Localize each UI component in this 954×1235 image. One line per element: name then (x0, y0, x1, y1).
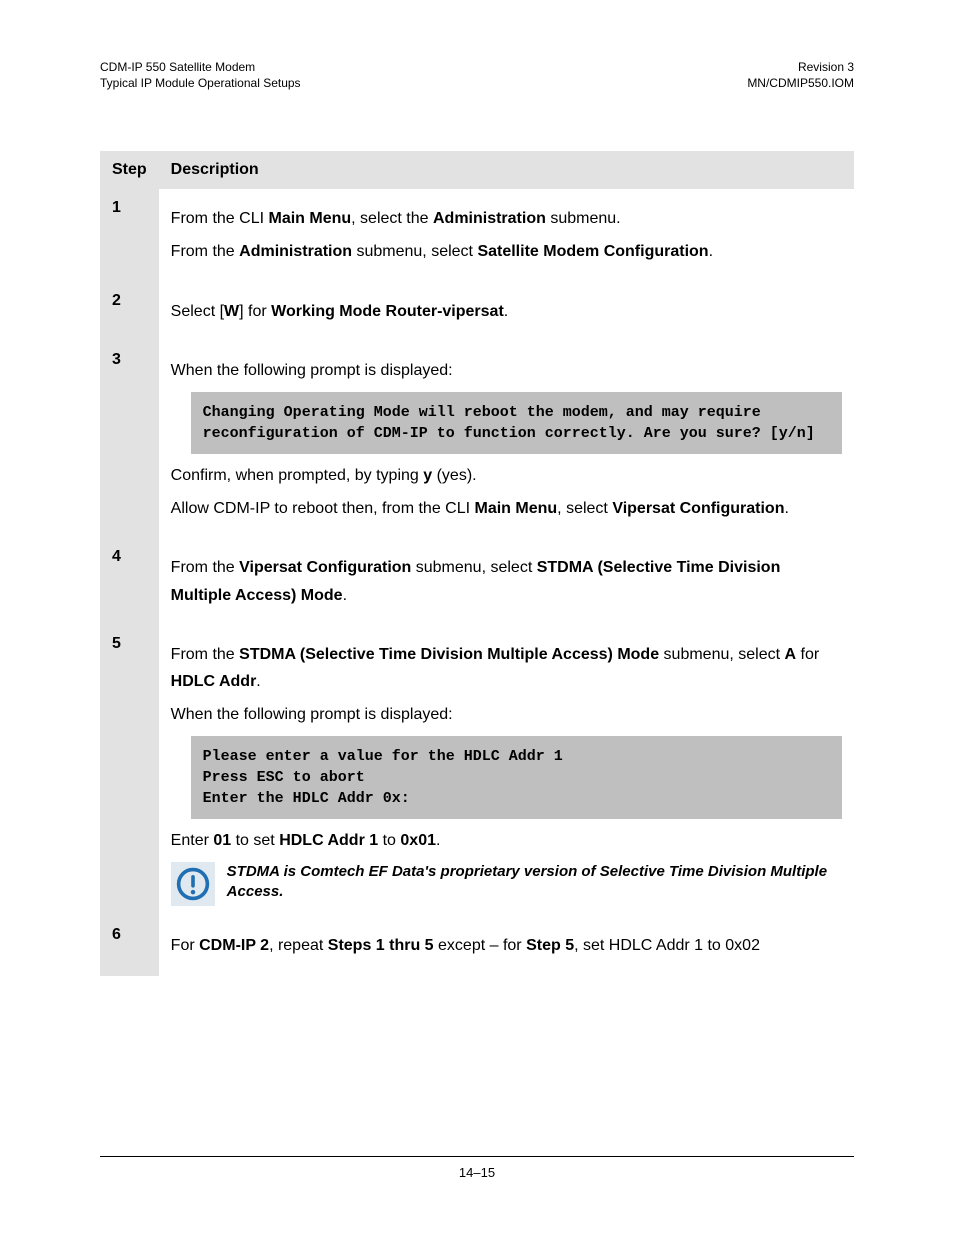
table-row: 1 From the CLI Main Menu, select the Adm… (100, 189, 854, 281)
header-right-line2: MN/CDMIP550.IOM (747, 76, 854, 90)
step-number: 1 (100, 189, 159, 281)
note: STDMA is Comtech EF Data's proprietary v… (171, 862, 842, 906)
step1-line1: From the CLI Main Menu, select the Admin… (171, 205, 842, 232)
header-right-line1: Revision 3 (798, 60, 854, 74)
steps-table: Step Description 1 From the CLI Main Men… (100, 151, 854, 975)
step5-line2: When the following prompt is displayed: (171, 701, 842, 728)
step5-line1: From the STDMA (Selective Time Division … (171, 641, 842, 695)
header-left-line2: Typical IP Module Operational Setups (100, 76, 301, 90)
table-row: 2 Select [W] for Working Mode Router-vip… (100, 282, 854, 341)
page-number: 14–15 (100, 1165, 854, 1180)
step-number: 6 (100, 916, 159, 975)
step-number: 3 (100, 341, 159, 539)
step1-line2: From the Administration submenu, select … (171, 238, 842, 265)
step3-line1: When the following prompt is displayed: (171, 357, 842, 384)
step6-line: For CDM-IP 2, repeat Steps 1 thru 5 exce… (171, 932, 842, 959)
step5-line3: Enter 01 to set HDLC Addr 1 to 0x01. (171, 827, 842, 854)
note-text: STDMA is Comtech EF Data's proprietary v… (227, 862, 842, 901)
col-desc: Description (159, 151, 854, 189)
table-row: 6 For CDM-IP 2, repeat Steps 1 thru 5 ex… (100, 916, 854, 975)
step4-line: From the Vipersat Configuration submenu,… (171, 554, 842, 608)
footer-rule (100, 1156, 854, 1157)
header-left-line1: CDM-IP 550 Satellite Modem (100, 60, 255, 74)
step3-code: Changing Operating Mode will reboot the … (191, 392, 842, 454)
step-number: 4 (100, 538, 159, 624)
step2-line: Select [W] for Working Mode Router-viper… (171, 298, 842, 325)
step-number: 5 (100, 625, 159, 917)
step5-code: Please enter a value for the HDLC Addr 1… (191, 736, 842, 819)
table-row: 3 When the following prompt is displayed… (100, 341, 854, 539)
step-number: 2 (100, 282, 159, 341)
table-row: 4 From the Vipersat Configuration submen… (100, 538, 854, 624)
table-row: 5 From the STDMA (Selective Time Divisio… (100, 625, 854, 917)
alert-icon (171, 862, 215, 906)
step3-line3: Allow CDM-IP to reboot then, from the CL… (171, 495, 842, 522)
col-step: Step (100, 151, 159, 189)
step3-line2: Confirm, when prompted, by typing y (yes… (171, 462, 842, 489)
